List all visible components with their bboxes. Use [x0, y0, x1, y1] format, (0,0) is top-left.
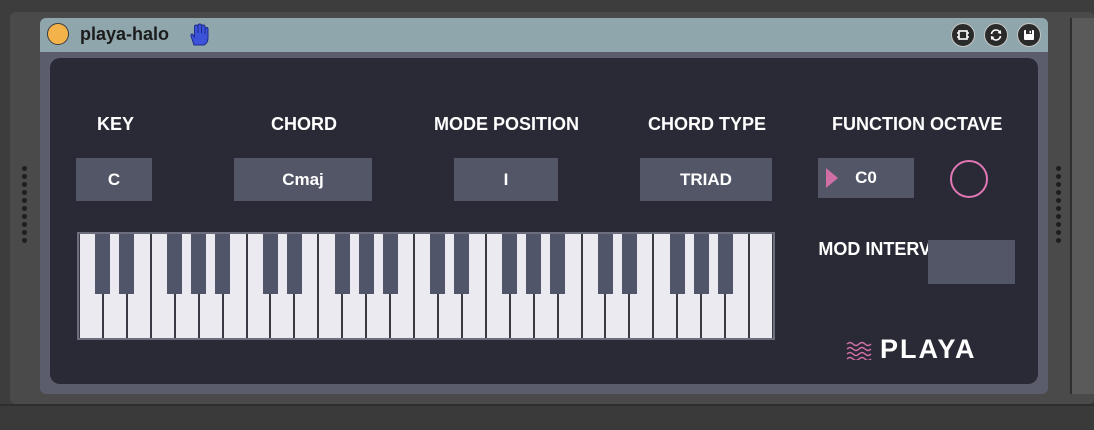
save-icon: [1024, 30, 1034, 40]
piano-black-key[interactable]: [526, 234, 542, 294]
chord-type-selector[interactable]: TRIAD: [640, 158, 772, 201]
piano-black-key[interactable]: [382, 234, 398, 294]
piano-black-key[interactable]: [191, 234, 207, 294]
key-label: KEY: [97, 114, 135, 134]
piano-black-key[interactable]: [119, 234, 135, 294]
piano-black-key[interactable]: [215, 234, 231, 294]
function-octave-selector[interactable]: C0: [818, 158, 914, 198]
function-octave-label: FUNCTION OCTAVE: [832, 114, 1003, 134]
piano-keyboard[interactable]: [77, 232, 775, 340]
logo-text: PLAYA: [880, 334, 977, 364]
bottom-strip: [0, 404, 1094, 430]
piano-black-key[interactable]: [502, 234, 518, 294]
playa-logo: PLAYA: [846, 334, 977, 365]
piano-black-key[interactable]: [717, 234, 733, 294]
waves-icon: [846, 341, 872, 360]
piano-black-key[interactable]: [693, 234, 709, 294]
left-resize-grip[interactable]: [22, 166, 28, 243]
right-scroll-panel: [1070, 18, 1094, 394]
piano-black-key[interactable]: [334, 234, 350, 294]
piano-black-key[interactable]: [454, 234, 470, 294]
octave-dial[interactable]: [950, 160, 988, 198]
piano-white-key[interactable]: [750, 234, 772, 338]
piano-black-key[interactable]: [430, 234, 446, 294]
piano-black-key[interactable]: [669, 234, 685, 294]
piano-black-key[interactable]: [550, 234, 566, 294]
chord-selector[interactable]: Cmaj: [234, 158, 372, 201]
right-resize-grip[interactable]: [1056, 166, 1062, 243]
chord-type-label: CHORD TYPE: [648, 114, 767, 134]
device-window: playa-halo KEY CHORD MODE POSITION CHORD…: [40, 18, 1048, 394]
key-selector[interactable]: C: [76, 158, 152, 201]
chord-label: CHORD: [271, 114, 337, 134]
piano-black-key[interactable]: [167, 234, 183, 294]
mod-interval-field[interactable]: [928, 240, 1015, 284]
function-octave-value: C0: [855, 168, 877, 187]
piano-black-key[interactable]: [597, 234, 613, 294]
piano-black-key[interactable]: [621, 234, 637, 294]
device-panel: KEY CHORD MODE POSITION CHORD TYPE FUNCT…: [50, 58, 1038, 384]
mode-position-selector[interactable]: I: [454, 158, 558, 201]
save-button[interactable]: [1017, 23, 1041, 47]
piano-black-key[interactable]: [286, 234, 302, 294]
piano-black-key[interactable]: [95, 234, 111, 294]
device-titlebar: playa-halo: [40, 18, 1048, 52]
sync-button[interactable]: [984, 23, 1008, 47]
sync-icon: [990, 29, 1002, 41]
hand-icon: [190, 23, 209, 46]
freeze-button[interactable]: [951, 23, 975, 47]
play-arrow-icon: [826, 168, 838, 188]
piano-black-key[interactable]: [358, 234, 374, 294]
device-title: playa-halo: [80, 24, 170, 44]
power-toggle-button[interactable]: [47, 23, 69, 45]
mode-position-label: MODE POSITION: [434, 114, 580, 134]
freeze-icon: [957, 30, 969, 40]
piano-black-key[interactable]: [262, 234, 278, 294]
